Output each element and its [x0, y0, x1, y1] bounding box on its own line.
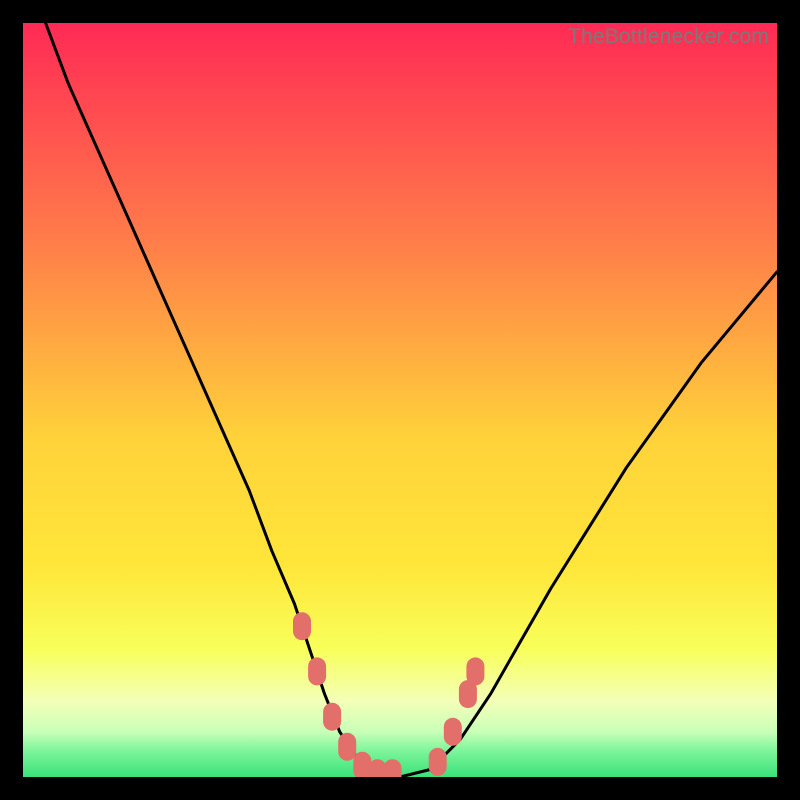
chart-frame: TheBottlenecker.com — [23, 23, 777, 777]
curve-marker — [338, 733, 356, 761]
curve-marker — [384, 759, 402, 777]
gradient-background — [23, 23, 777, 777]
curve-marker — [444, 718, 462, 746]
watermark-label: TheBottlenecker.com — [568, 25, 769, 49]
curve-marker — [308, 657, 326, 685]
curve-marker — [429, 748, 447, 776]
curve-marker — [323, 703, 341, 731]
curve-marker — [293, 612, 311, 640]
curve-marker — [466, 657, 484, 685]
bottleneck-chart — [23, 23, 777, 777]
